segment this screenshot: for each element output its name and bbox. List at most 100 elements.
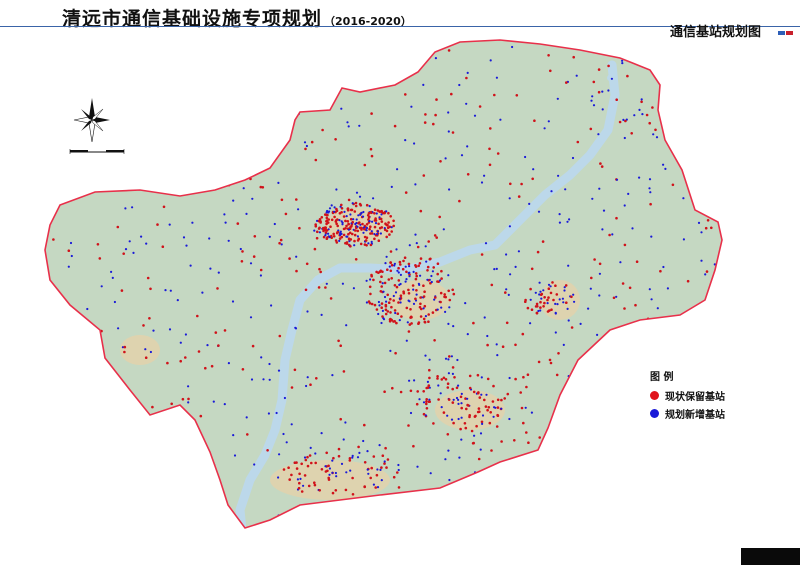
planned-station-marker	[365, 301, 368, 304]
existing-station-marker	[372, 278, 375, 282]
urban-patch	[120, 335, 160, 365]
planned-station-marker	[201, 291, 204, 294]
planned-station-marker	[101, 53, 104, 57]
existing-station-marker	[510, 482, 513, 485]
planned-station-marker	[458, 456, 461, 459]
existing-station-marker	[529, 287, 532, 291]
existing-station-marker	[664, 109, 667, 112]
planned-station-marker	[184, 333, 187, 336]
planned-station-marker	[100, 285, 103, 288]
existing-station-marker	[329, 225, 332, 228]
planned-station-marker	[399, 273, 402, 276]
planned-station-marker	[164, 289, 167, 292]
planned-station-marker	[650, 235, 653, 238]
existing-station-marker	[703, 382, 707, 386]
planned-station-marker	[245, 416, 248, 419]
planned-station-marker	[134, 143, 137, 146]
existing-station-marker	[407, 288, 410, 292]
existing-station-marker	[351, 493, 355, 496]
existing-station-marker	[526, 373, 530, 377]
planned-station-marker	[352, 287, 355, 290]
planned-station-marker	[233, 454, 237, 457]
planned-station-marker	[338, 67, 341, 70]
existing-station-marker	[428, 368, 431, 372]
planned-station-marker	[206, 514, 209, 517]
planned-station-marker	[558, 298, 561, 301]
planned-station-marker	[313, 229, 316, 232]
existing-station-marker	[304, 288, 308, 292]
planned-station-marker	[385, 255, 388, 258]
planned-station-marker	[245, 212, 248, 215]
existing-station-marker	[142, 488, 145, 491]
planned-station-marker	[404, 505, 407, 508]
planned-station-marker	[193, 433, 196, 436]
existing-station-marker	[623, 243, 627, 247]
existing-station-marker	[476, 495, 480, 499]
existing-station-marker	[635, 512, 638, 515]
existing-station-marker	[539, 300, 542, 304]
planned-station-marker	[435, 508, 438, 511]
planned-station-marker	[460, 154, 464, 157]
existing-station-marker	[398, 260, 402, 264]
existing-station-marker	[82, 397, 85, 401]
existing-station-marker	[323, 82, 327, 86]
planned-station-marker	[460, 416, 463, 419]
existing-station-marker	[399, 263, 402, 266]
existing-station-marker	[383, 462, 386, 465]
planned-station-marker	[446, 414, 449, 417]
existing-station-marker	[369, 232, 372, 235]
existing-station-marker	[390, 519, 394, 522]
planned-station-marker	[465, 102, 468, 105]
planned-station-marker	[561, 297, 565, 300]
planned-station-marker	[455, 396, 459, 400]
existing-station-marker	[326, 469, 329, 473]
planned-station-marker	[517, 499, 521, 502]
existing-station-marker	[53, 318, 57, 321]
existing-station-marker	[533, 119, 536, 122]
planned-station-marker	[122, 60, 125, 64]
planned-station-marker	[182, 428, 185, 431]
planned-station-marker	[444, 458, 447, 461]
planned-station-marker	[302, 484, 305, 487]
existing-station-marker	[325, 237, 329, 240]
planned-station-marker	[448, 478, 451, 482]
planned-station-marker	[611, 233, 614, 236]
existing-station-marker	[426, 265, 430, 269]
planned-station-marker	[295, 255, 298, 258]
planned-station-marker	[268, 378, 271, 381]
existing-station-marker	[369, 243, 373, 247]
existing-station-marker	[711, 207, 714, 211]
existing-station-marker	[71, 445, 75, 449]
existing-station-marker	[374, 219, 378, 222]
planned-station-marker	[160, 512, 163, 515]
existing-station-marker	[415, 289, 418, 292]
existing-station-marker	[427, 240, 431, 243]
planned-station-marker	[131, 206, 134, 209]
existing-station-marker	[123, 345, 127, 349]
existing-station-marker	[380, 466, 383, 469]
existing-station-marker	[710, 86, 713, 89]
planned-station-marker	[385, 210, 388, 213]
existing-station-marker	[478, 105, 482, 108]
planned-station-marker	[324, 234, 327, 237]
planned-station-marker	[672, 424, 675, 428]
planned-station-marker	[114, 398, 117, 401]
existing-station-swatch	[650, 391, 659, 400]
existing-station-marker	[366, 214, 370, 217]
planned-station-marker	[294, 327, 298, 330]
planned-station-marker	[644, 57, 647, 60]
existing-station-marker	[621, 282, 625, 285]
planned-station-marker	[182, 236, 186, 239]
planned-station-marker	[514, 265, 517, 268]
planned-station-marker	[529, 322, 532, 325]
planned-station-marker	[425, 260, 428, 263]
existing-station-marker	[551, 281, 554, 284]
planned-station-marker	[508, 417, 511, 421]
existing-station-marker	[357, 237, 361, 241]
existing-station-marker	[337, 339, 340, 343]
existing-station-marker	[58, 497, 62, 501]
planned-station-marker	[381, 309, 384, 312]
existing-station-marker	[704, 226, 708, 230]
planned-station-marker	[260, 356, 263, 359]
existing-station-marker	[103, 184, 107, 188]
